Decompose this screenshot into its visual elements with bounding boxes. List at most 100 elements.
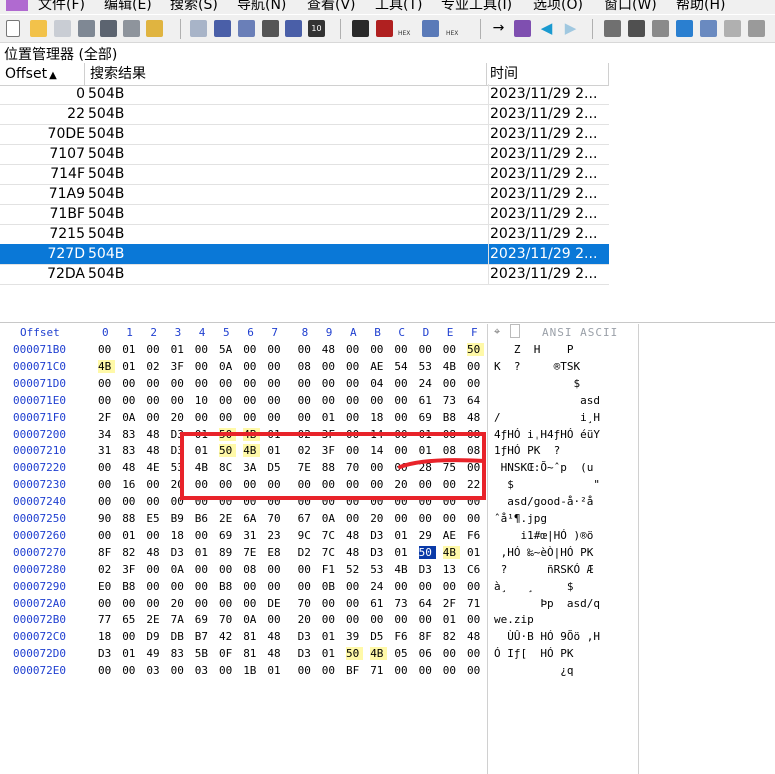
hex-byte[interactable]: 70: [298, 597, 315, 610]
hex-byte[interactable]: 0A: [322, 512, 339, 525]
hex-byte[interactable]: 39: [346, 630, 363, 643]
hex-byte[interactable]: 4B: [394, 563, 411, 576]
hex-byte[interactable]: 00: [394, 512, 411, 525]
hex-byte[interactable]: AE: [443, 529, 460, 542]
hex-byte[interactable]: 00: [419, 664, 436, 677]
hex-byte[interactable]: 00: [243, 394, 260, 407]
hex-byte[interactable]: 4B: [98, 359, 115, 373]
hex-byte[interactable]: 00: [467, 512, 484, 525]
hex-byte[interactable]: 00: [98, 394, 115, 407]
hex-byte[interactable]: 54: [394, 360, 411, 373]
hex-byte[interactable]: 9C: [298, 529, 315, 542]
hex-byte[interactable]: 18: [98, 630, 115, 643]
hex-byte[interactable]: 18: [370, 411, 387, 424]
hex-byte[interactable]: 00: [467, 360, 484, 373]
hex-byte[interactable]: 7E: [243, 546, 260, 559]
menu-options[interactable]: 选项(O): [533, 0, 583, 14]
hex-byte[interactable]: 00: [146, 478, 163, 491]
hex-byte[interactable]: 00: [298, 664, 315, 677]
hex-byte[interactable]: 50: [346, 647, 363, 661]
ascii-text[interactable]: asd/good-å·²å: [494, 495, 634, 508]
hex-byte[interactable]: 48: [146, 428, 163, 441]
hex-byte[interactable]: D3: [298, 630, 315, 643]
hex-byte[interactable]: D3: [171, 546, 188, 559]
hex-byte[interactable]: 29: [419, 529, 436, 542]
hex-byte[interactable]: 00: [243, 411, 260, 424]
hex-byte[interactable]: 00: [419, 580, 436, 593]
hex-byte[interactable]: 00: [322, 360, 339, 373]
hex-byte[interactable]: 00: [243, 580, 260, 593]
hex-byte[interactable]: 00: [346, 613, 363, 626]
column-result-header[interactable]: 搜索结果: [86, 63, 487, 85]
ascii-text[interactable]: ? ñRSKÓ Æ: [494, 563, 634, 576]
list-row[interactable]: 72DA 504B 2023/11/29 2...: [0, 264, 609, 285]
hex-byte[interactable]: 83: [122, 444, 139, 457]
hex-byte[interactable]: 7C: [322, 546, 339, 559]
hex-byte[interactable]: 00: [443, 512, 460, 525]
hex-byte[interactable]: 2E: [146, 613, 163, 626]
ascii-text[interactable]: ÙÛ·B HÓ 9Õö ‚H: [494, 630, 634, 643]
hex-byte[interactable]: 20: [171, 411, 188, 424]
list-row[interactable]: 71BF 504B 2023/11/29 2...: [0, 204, 609, 225]
hex-byte[interactable]: 00: [195, 360, 212, 373]
hex-byte[interactable]: 00: [171, 664, 188, 677]
hex-byte[interactable]: 00: [346, 394, 363, 407]
hex-byte[interactable]: 89: [219, 546, 236, 559]
hex-byte[interactable]: 00: [171, 394, 188, 407]
hex-byte[interactable]: 06: [419, 647, 436, 660]
hex-byte[interactable]: 81: [243, 630, 260, 643]
hex-byte[interactable]: 0B: [322, 580, 339, 593]
hex-byte[interactable]: 00: [195, 580, 212, 593]
hex-byte[interactable]: 00: [267, 360, 284, 373]
copy-hex-icon[interactable]: [285, 20, 302, 37]
hex-byte[interactable]: 2E: [219, 512, 236, 525]
ascii-toggle-icon[interactable]: [510, 324, 520, 338]
hex-byte[interactable]: 00: [171, 580, 188, 593]
menu-pro-tools[interactable]: 专业工具(I): [441, 0, 512, 14]
ascii-text[interactable]: à¸ ¸ $: [494, 580, 634, 593]
hex-byte[interactable]: 52: [346, 563, 363, 576]
hex-byte[interactable]: 00: [146, 495, 163, 508]
hex-byte[interactable]: 00: [419, 343, 436, 356]
hex-byte[interactable]: 00: [298, 377, 315, 390]
copy-icon[interactable]: [214, 20, 231, 37]
hex-byte[interactable]: E8: [267, 546, 284, 559]
hex-byte[interactable]: 00: [346, 597, 363, 610]
print-preview-icon[interactable]: [100, 20, 117, 37]
hex-byte[interactable]: 61: [419, 394, 436, 407]
hex-byte[interactable]: 00: [322, 664, 339, 677]
hex-byte[interactable]: 53: [370, 563, 387, 576]
ascii-text[interactable]: 4ƒHÓ iˌH4ƒHÓ éüY: [494, 428, 634, 441]
hex-byte[interactable]: 00: [146, 580, 163, 593]
menu-tools[interactable]: 工具(T): [375, 0, 422, 14]
hex-byte[interactable]: 00: [370, 394, 387, 407]
settings-icon[interactable]: [748, 20, 765, 37]
hex-byte[interactable]: 00: [394, 343, 411, 356]
hex-byte[interactable]: 01: [122, 343, 139, 356]
hex-byte[interactable]: 00: [195, 529, 212, 542]
hex-byte[interactable]: 00: [195, 343, 212, 356]
hex-byte[interactable]: 64: [419, 597, 436, 610]
hex-byte[interactable]: 70: [219, 613, 236, 626]
hex-byte[interactable]: 00: [419, 512, 436, 525]
ascii-text[interactable]: $: [494, 377, 634, 390]
menu-file[interactable]: 文件(F): [38, 0, 85, 14]
hex-byte[interactable]: 67: [298, 512, 315, 525]
hex-byte[interactable]: 00: [98, 529, 115, 542]
hex-byte[interactable]: 00: [394, 613, 411, 626]
hex-byte[interactable]: 82: [443, 630, 460, 643]
disk-icon[interactable]: [604, 20, 621, 37]
hex-byte[interactable]: 81: [243, 647, 260, 660]
goto-icon[interactable]: →: [490, 20, 507, 37]
hex-byte[interactable]: C6: [467, 563, 484, 576]
hex-byte[interactable]: 00: [219, 411, 236, 424]
hex-byte[interactable]: 71: [467, 597, 484, 610]
hex-byte[interactable]: 61: [370, 597, 387, 610]
hex-byte[interactable]: 70: [267, 512, 284, 525]
hex-byte[interactable]: 00: [195, 563, 212, 576]
hex-byte[interactable]: DE: [267, 597, 284, 610]
hex-byte[interactable]: 00: [443, 580, 460, 593]
binary-icon[interactable]: 10: [308, 20, 325, 37]
export-icon[interactable]: [146, 20, 163, 37]
goto-offset-icon[interactable]: [514, 20, 531, 37]
